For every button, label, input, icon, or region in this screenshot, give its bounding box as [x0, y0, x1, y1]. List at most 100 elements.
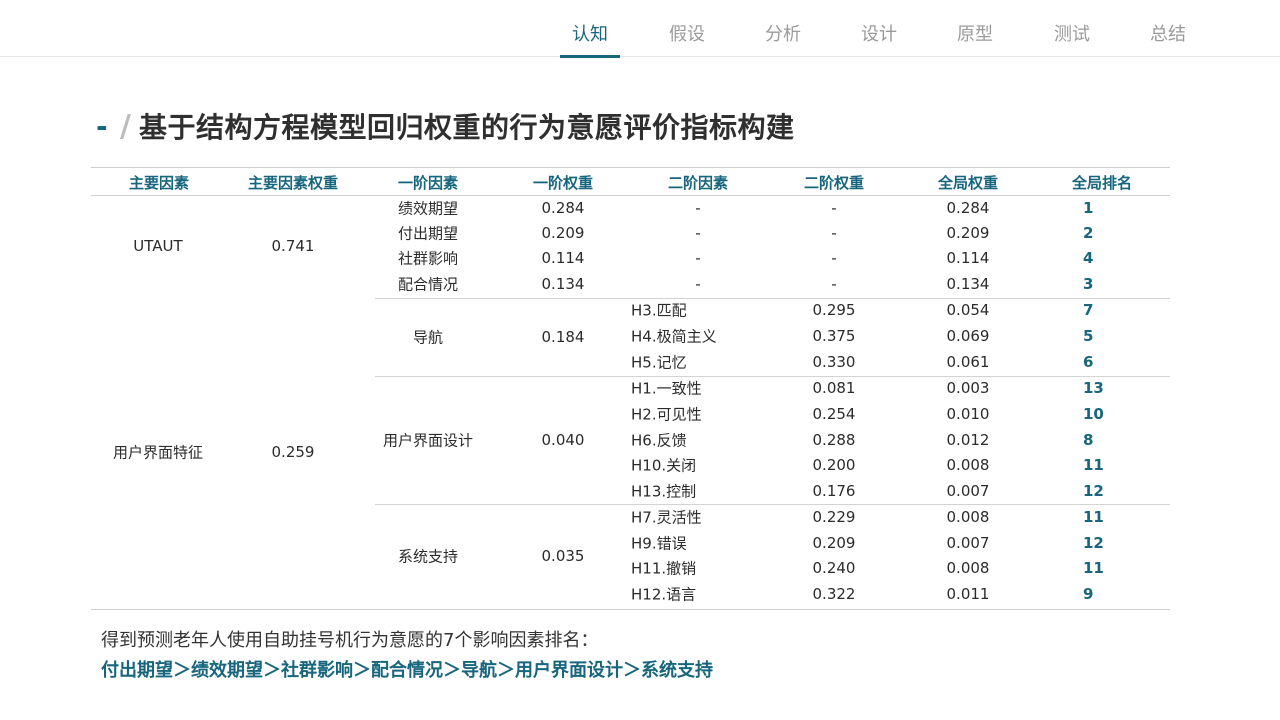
page-title: - / 基于结构方程模型回归权重的行为意愿评价指标构建	[96, 106, 794, 146]
global-weight-cell: 0.008	[946, 456, 990, 474]
global-rank-cell: 4	[1083, 249, 1094, 267]
first-factor-system-support: 系统支持	[397, 547, 458, 566]
first-weight-navigation: 0.184	[541, 328, 585, 346]
title-text: 基于结构方程模型回归权重的行为意愿评价指标构建	[138, 111, 795, 144]
first-weight-cell: 0.114	[541, 249, 585, 267]
global-weight-cell: 0.284	[946, 199, 990, 217]
global-weight-cell: 0.011	[946, 585, 990, 603]
second-weight-cell: -	[831, 199, 837, 217]
global-rank-cell: 1	[1083, 199, 1094, 217]
tab-prototype[interactable]: 原型	[947, 20, 1003, 57]
main-factor-utaut: UTAUT	[133, 237, 183, 255]
global-rank-cell: 11	[1083, 508, 1104, 526]
second-weight-cell: 0.375	[812, 327, 856, 345]
tab-analysis[interactable]: 分析	[755, 20, 811, 57]
header-main-weight: 主要因素权重	[247, 174, 338, 192]
table-header: 主要因素 主要因素权重 一阶因素 一阶权重 二阶因素 二阶权重 全局权重 全局排…	[91, 167, 1170, 196]
tab-design[interactable]: 设计	[851, 20, 907, 57]
first-weight-cell: 0.134	[541, 275, 585, 293]
global-weight-cell: 0.209	[946, 224, 990, 242]
second-weight-cell: 0.209	[812, 534, 856, 552]
second-weight-cell: -	[831, 275, 837, 293]
global-weight-cell: 0.007	[946, 534, 990, 552]
second-weight-cell: 0.229	[812, 508, 856, 526]
global-rank-cell: 11	[1083, 559, 1104, 577]
second-weight-cell: 0.295	[812, 301, 856, 319]
second-factor-cell: -	[695, 224, 701, 242]
group-divider	[375, 376, 1170, 377]
header-first-factor: 一阶因素	[397, 174, 458, 192]
table-bottom-rule	[91, 609, 1170, 610]
second-factor-cell: H10.关闭	[631, 456, 697, 475]
header-second-weight: 二阶权重	[803, 174, 864, 192]
title-dash-mark: -	[96, 109, 108, 143]
second-factor-cell: -	[695, 249, 701, 267]
second-weight-cell: 0.330	[812, 353, 856, 371]
global-weight-cell: 0.134	[946, 275, 990, 293]
first-weight-ui-design: 0.040	[541, 431, 585, 449]
first-factor-cell: 付出期望	[397, 224, 458, 243]
second-weight-cell: 0.176	[812, 482, 856, 500]
header-main-factor: 主要因素	[128, 174, 189, 192]
tab-hypothesis[interactable]: 假设	[659, 20, 715, 57]
main-weight-utaut: 0.741	[271, 237, 315, 255]
header-first-weight: 一阶权重	[532, 174, 593, 192]
tab-cognition[interactable]: 认知	[560, 20, 620, 58]
first-factor-navigation: 导航	[412, 328, 443, 347]
global-weight-cell: 0.008	[946, 508, 990, 526]
global-rank-cell: 2	[1083, 224, 1094, 242]
second-factor-cell: H11.撤销	[631, 559, 697, 578]
second-factor-cell: H3.匹配	[631, 301, 687, 320]
second-weight-cell: 0.254	[812, 405, 856, 423]
first-weight-cell: 0.209	[541, 224, 585, 242]
global-rank-cell: 11	[1083, 456, 1104, 474]
second-weight-cell: -	[831, 224, 837, 242]
tab-testing[interactable]: 测试	[1044, 20, 1100, 57]
second-weight-cell: 0.240	[812, 559, 856, 577]
second-factor-cell: H2.可见性	[631, 405, 702, 424]
second-weight-cell: 0.200	[812, 456, 856, 474]
global-weight-cell: 0.054	[946, 301, 990, 319]
global-weight-cell: 0.061	[946, 353, 990, 371]
global-weight-cell: 0.114	[946, 249, 990, 267]
first-factor-cell: 绩效期望	[397, 199, 458, 218]
second-weight-cell: 0.322	[812, 585, 856, 603]
first-factor-cell: 社群影响	[397, 249, 458, 268]
group-divider	[375, 298, 1170, 299]
summary-text: 得到预测老年人使用自助挂号机行为意愿的7个影响因素排名：	[101, 630, 599, 651]
second-weight-cell: -	[831, 249, 837, 267]
global-rank-cell: 12	[1083, 534, 1104, 552]
global-rank-cell: 3	[1083, 275, 1094, 293]
first-weight-cell: 0.284	[541, 199, 585, 217]
top-navigation: 认知 假设 分析 设计 原型 测试 总结	[0, 0, 1280, 58]
global-rank-cell: 9	[1083, 585, 1094, 603]
second-factor-cell: H4.极简主义	[631, 327, 717, 346]
second-factor-cell: H13.控制	[631, 482, 697, 501]
second-weight-cell: 0.288	[812, 431, 856, 449]
global-weight-cell: 0.003	[946, 379, 990, 397]
global-rank-cell: 5	[1083, 327, 1094, 345]
global-rank-cell: 13	[1083, 379, 1104, 397]
second-factor-cell: H9.错误	[631, 534, 687, 553]
main-weight-ui: 0.259	[271, 443, 315, 461]
header-global-rank: 全局排名	[1071, 174, 1132, 192]
second-factor-cell: H6.反馈	[631, 431, 687, 450]
second-weight-cell: 0.081	[812, 379, 856, 397]
title-slash-mark: /	[120, 108, 131, 144]
ranking-chain: 付出期望＞绩效期望＞社群影响＞配合情况＞导航＞用户界面设计＞系统支持	[101, 660, 713, 681]
global-weight-cell: 0.008	[946, 559, 990, 577]
first-weight-system-support: 0.035	[541, 547, 585, 565]
global-weight-cell: 0.007	[946, 482, 990, 500]
tab-summary[interactable]: 总结	[1140, 20, 1196, 57]
second-factor-cell: -	[695, 199, 701, 217]
global-weight-cell: 0.012	[946, 431, 990, 449]
global-rank-cell: 8	[1083, 431, 1094, 449]
header-global-weight: 全局权重	[937, 174, 998, 192]
second-factor-cell: H1.一致性	[631, 379, 702, 398]
group-divider	[375, 504, 1170, 505]
global-weight-cell: 0.069	[946, 327, 990, 345]
global-rank-cell: 10	[1083, 405, 1104, 423]
global-rank-cell: 6	[1083, 353, 1094, 371]
global-weight-cell: 0.010	[946, 405, 990, 423]
second-factor-cell: H7.灵活性	[631, 508, 702, 527]
